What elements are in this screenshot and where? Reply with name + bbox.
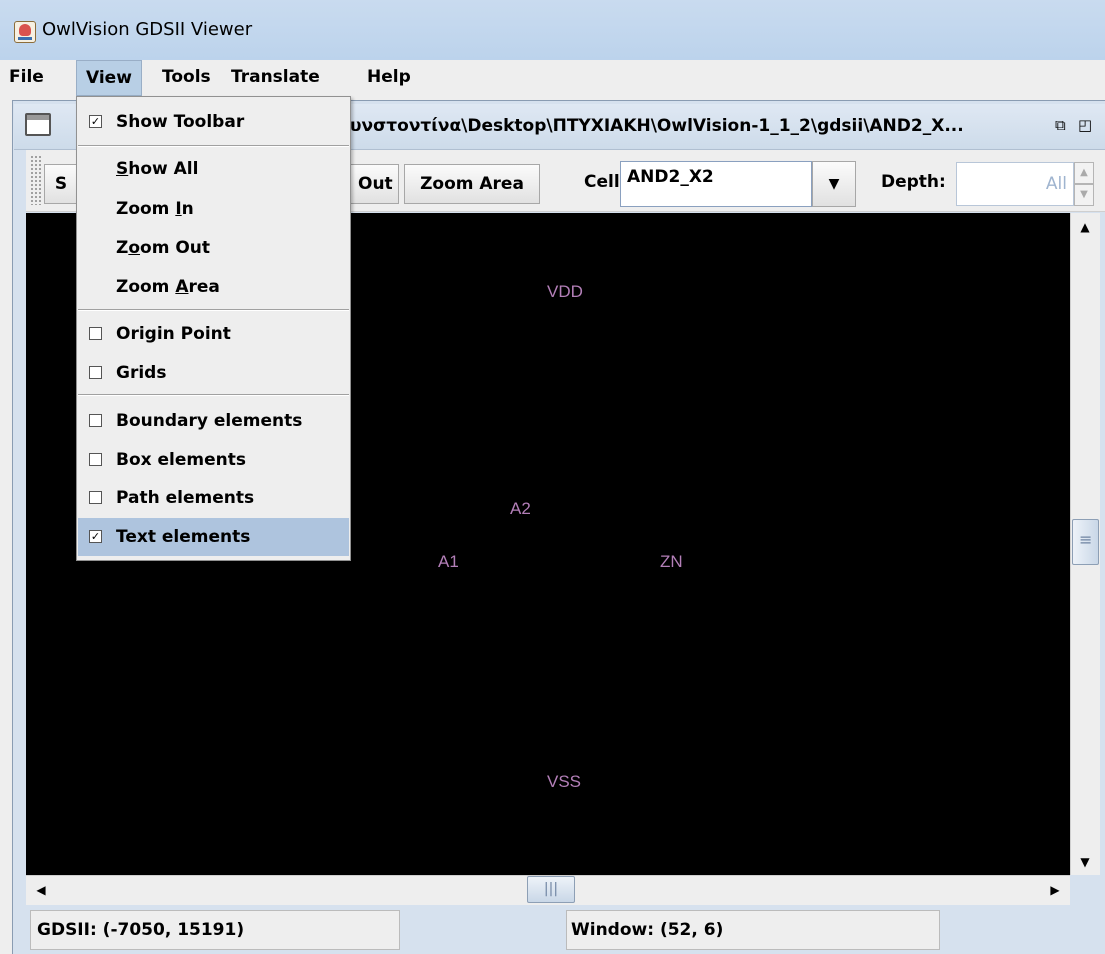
menuitem-show-toolbar[interactable]: Show Toolbar	[78, 103, 349, 141]
menuitem-zoom-out[interactable]: Zoom Out	[78, 229, 349, 267]
menuitem-origin-point[interactable]: Origin Point	[78, 315, 349, 353]
menu-separator	[78, 145, 349, 147]
maximize-icon[interactable]: ◰	[1078, 116, 1096, 134]
label-vdd: VDD	[547, 282, 583, 301]
menuitem-zoom-area[interactable]: Zoom Area	[78, 268, 349, 306]
depth-label: Depth:	[881, 172, 946, 192]
menu-separator	[78, 309, 349, 311]
window-title: OwlVision GDSII Viewer	[42, 19, 253, 40]
scroll-up-icon[interactable]: ▲	[1073, 215, 1097, 239]
menu-translate[interactable]: Translate	[222, 60, 329, 96]
status-window-coords: Window: (52, 6)	[566, 910, 940, 950]
menuitem-show-all[interactable]: Show All	[78, 150, 349, 188]
scroll-left-icon[interactable]: ◀	[30, 878, 52, 902]
horizontal-scroll-thumb[interactable]: |||	[527, 876, 575, 903]
menuitem-boundary-elements[interactable]: Boundary elements	[78, 402, 349, 440]
frame-file-path: υνστοντίνα\Desktop\ΠΤΥΧΙΑΚΗ\OwlVision-1_…	[350, 116, 964, 136]
menuitem-zoom-in[interactable]: Zoom In	[78, 190, 349, 228]
depth-spinner[interactable]: All	[956, 162, 1074, 206]
menuitem-box-elements[interactable]: Box elements	[78, 441, 349, 479]
zoom-area-button[interactable]: Zoom Area	[404, 164, 540, 204]
chevron-down-icon[interactable]: ▼	[812, 161, 856, 207]
cell-select[interactable]: AND2_X2	[620, 161, 812, 207]
status-gdsii-coords: GDSII: (-7050, 15191)	[30, 910, 400, 950]
label-vss: VSS	[547, 772, 582, 791]
toolbar-grip-handle[interactable]	[30, 155, 42, 205]
scroll-right-icon[interactable]: ▶	[1044, 878, 1066, 902]
restore-icon[interactable]: ⧉	[1055, 116, 1073, 134]
menu-view[interactable]: View	[76, 60, 142, 96]
checkbox-icon: ✓	[89, 530, 102, 543]
menuitem-path-elements[interactable]: Path elements	[78, 479, 349, 517]
show-all-button[interactable]: S	[44, 164, 78, 204]
spinner-up-icon[interactable]: ▲	[1074, 162, 1094, 184]
menuitem-text-elements[interactable]: Text elements	[78, 518, 349, 556]
zoom-out-button[interactable]: Out	[349, 164, 399, 204]
vertical-scroll-thumb[interactable]	[1072, 519, 1099, 565]
spinner-down-icon[interactable]: ▼	[1074, 184, 1094, 206]
menuitem-grids[interactable]: Grids	[78, 354, 349, 392]
menu-file[interactable]: File	[0, 60, 53, 96]
menu-tools[interactable]: Tools	[153, 60, 220, 96]
label-zn: ZN	[660, 552, 683, 571]
menu-help[interactable]: Help	[358, 60, 420, 96]
label-a1: A1	[438, 552, 459, 571]
menu-separator	[78, 394, 349, 396]
java-app-icon	[14, 21, 36, 43]
scroll-down-icon[interactable]: ▼	[1073, 850, 1097, 874]
cell-select-value: AND2_X2	[627, 167, 714, 187]
frame-window-icon[interactable]	[25, 113, 51, 136]
label-a2: A2	[510, 499, 531, 518]
